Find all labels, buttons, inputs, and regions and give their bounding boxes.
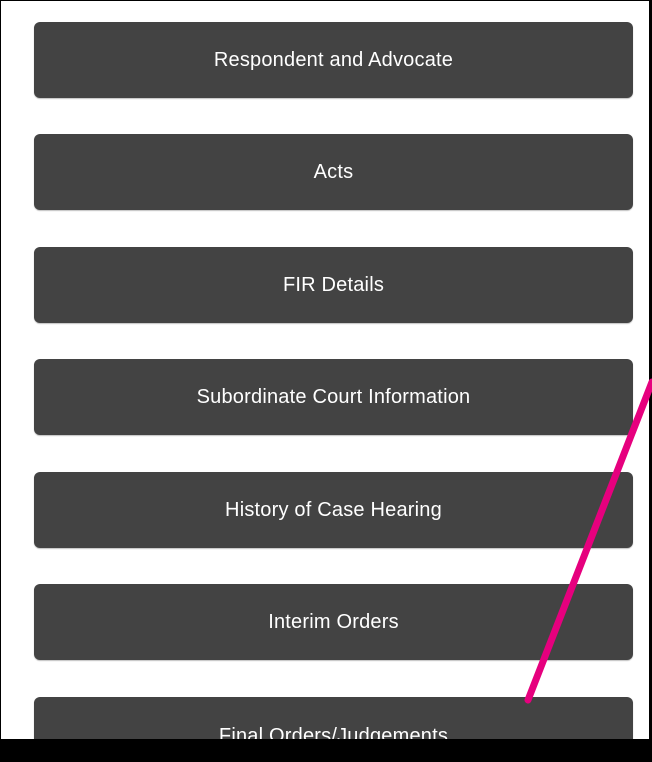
button-label: Interim Orders (268, 610, 399, 633)
subordinate-court-information-button[interactable]: Subordinate Court Information (34, 359, 633, 435)
case-details-menu: Respondent and Advocate Acts FIR Details… (0, 0, 650, 740)
button-label: FIR Details (282, 273, 385, 296)
final-orders-judgements-button[interactable]: Final Orders/Judgements (34, 697, 633, 740)
interim-orders-button[interactable]: Interim Orders (34, 584, 633, 660)
button-label: Respondent and Advocate (213, 48, 454, 71)
button-label: Final Orders/Judgements (218, 724, 449, 740)
button-label: History of Case Hearing (225, 498, 442, 521)
acts-button[interactable]: Acts (34, 134, 633, 210)
history-of-case-hearing-button[interactable]: History of Case Hearing (34, 472, 633, 548)
respondent-and-advocate-button[interactable]: Respondent and Advocate (34, 22, 633, 98)
button-label: Acts (313, 160, 354, 183)
button-label: Subordinate Court Information (196, 385, 471, 408)
bottom-bar (0, 740, 652, 762)
fir-details-button[interactable]: FIR Details (34, 247, 633, 323)
